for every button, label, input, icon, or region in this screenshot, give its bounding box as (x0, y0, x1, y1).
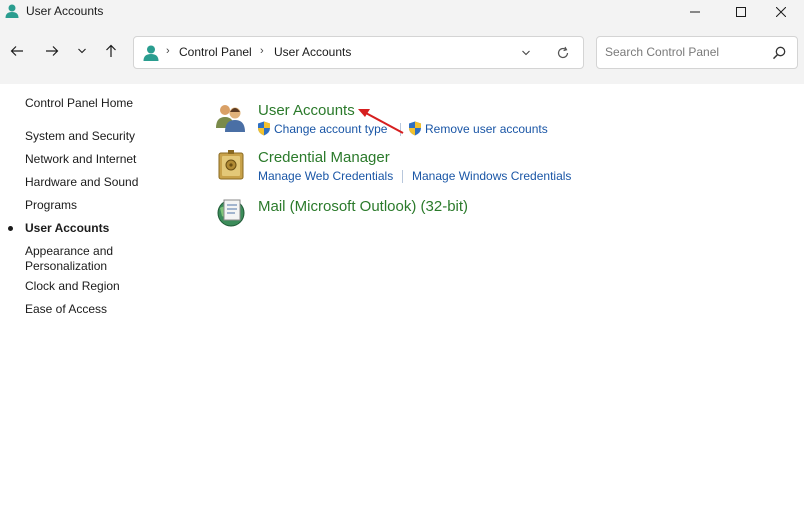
uac-shield-icon (409, 121, 421, 136)
link-divider (402, 170, 403, 183)
search-box[interactable] (596, 36, 798, 69)
chevron-down-icon (522, 50, 530, 56)
refresh-icon (557, 46, 569, 59)
sidebar-item-system-and-security[interactable]: System and Security (25, 129, 175, 144)
search-input[interactable] (605, 45, 765, 59)
up-button[interactable] (100, 40, 122, 62)
window-title: User Accounts (26, 4, 104, 18)
annotation-arrow (358, 109, 404, 134)
uac-shield-icon (258, 121, 270, 136)
back-button[interactable] (6, 40, 28, 62)
breadcrumb-control-panel[interactable]: Control Panel (179, 45, 252, 59)
title-bar: User Accounts (0, 0, 804, 24)
users-icon[interactable] (214, 100, 248, 134)
sidebar-item-ease-of-access[interactable]: Ease of Access (25, 302, 175, 317)
chevron-right-icon: › (166, 45, 170, 57)
recent-locations-button[interactable] (71, 40, 93, 62)
arrow-left-icon (10, 46, 23, 56)
navigation-bar: › Control Panel › User Accounts (0, 24, 804, 84)
user-accounts-icon (143, 45, 159, 61)
chevron-right-icon: › (260, 45, 264, 57)
category-title-mail[interactable]: Mail (Microsoft Outlook) (32-bit) (258, 198, 468, 215)
link-manage-web-credentials[interactable]: Manage Web Credentials (258, 169, 393, 183)
arrow-up-icon (106, 44, 116, 57)
mail-globe-icon[interactable] (214, 194, 248, 228)
maximize-icon (736, 7, 746, 17)
category-title-credential-manager[interactable]: Credential Manager (258, 149, 390, 166)
category-title-user-accounts[interactable]: User Accounts (258, 102, 355, 119)
sidebar-item-network-and-internet[interactable]: Network and Internet (25, 152, 175, 167)
close-icon (776, 7, 786, 17)
chevron-down-icon (78, 48, 86, 54)
breadcrumb-user-accounts[interactable]: User Accounts (274, 45, 351, 59)
minimize-icon (690, 11, 700, 13)
arrow-right-icon (46, 46, 59, 56)
sidebar-item-user-accounts[interactable]: User Accounts (25, 221, 175, 236)
sidebar-item-appearance-and-personalization[interactable]: Appearance and Personalization (25, 244, 125, 274)
link-remove-user-accounts[interactable]: Remove user accounts (425, 122, 548, 136)
sidebar-item-clock-and-region[interactable]: Clock and Region (25, 279, 175, 294)
close-button[interactable] (758, 0, 804, 24)
address-bar[interactable]: › Control Panel › User Accounts (133, 36, 584, 69)
search-icon[interactable] (771, 45, 787, 61)
refresh-button[interactable] (554, 44, 572, 62)
active-item-bullet (8, 226, 13, 231)
credential-vault-icon[interactable] (214, 148, 248, 182)
link-manage-windows-credentials[interactable]: Manage Windows Credentials (412, 169, 571, 183)
sidebar-item-hardware-and-sound[interactable]: Hardware and Sound (25, 175, 175, 190)
minimize-button[interactable] (672, 0, 718, 24)
address-dropdown-button[interactable] (518, 45, 534, 61)
sidebar-item-programs[interactable]: Programs (25, 198, 175, 213)
sidebar: Control Panel Home System and Security N… (0, 84, 190, 529)
user-accounts-icon (5, 4, 19, 18)
sidebar-item-control-panel-home[interactable]: Control Panel Home (25, 96, 175, 111)
forward-button[interactable] (41, 40, 63, 62)
